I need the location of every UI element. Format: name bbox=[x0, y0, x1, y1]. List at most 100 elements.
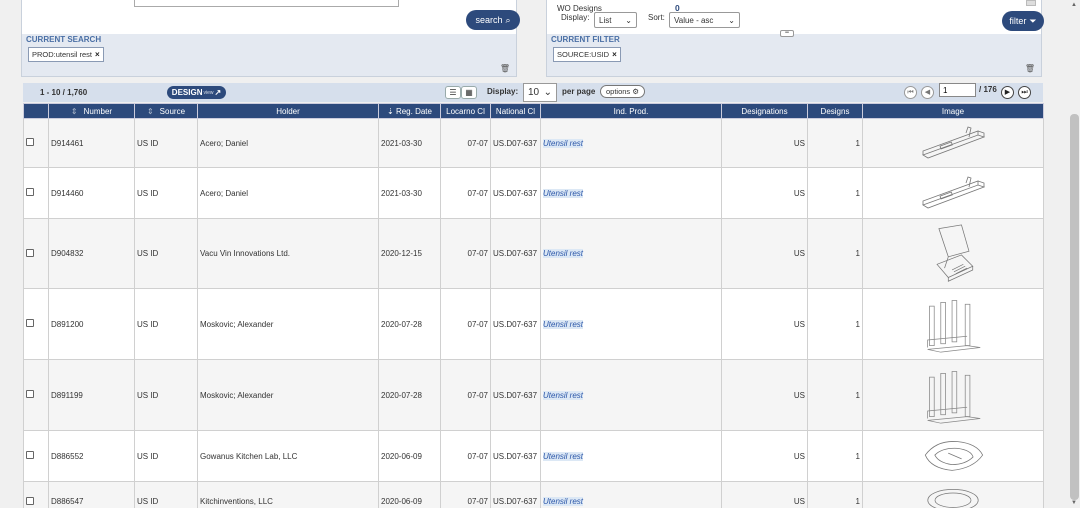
row-checkbox[interactable] bbox=[26, 138, 34, 146]
cell-image[interactable] bbox=[862, 218, 1044, 289]
current-filter-title: CURRENT FILTER bbox=[551, 35, 620, 44]
cell-locarno: 07-07 bbox=[440, 481, 491, 508]
col-designations[interactable]: Designations bbox=[721, 103, 808, 119]
scroll-down-icon[interactable]: ▼ bbox=[1071, 500, 1077, 506]
cell-ind-prod: Utensil rest bbox=[540, 118, 722, 168]
result-count: 1 - 10 / 1,760 bbox=[40, 88, 88, 97]
cell-ind-prod: Utensil rest bbox=[540, 288, 722, 360]
utensil-bowl-icon[interactable] bbox=[865, 484, 1041, 508]
clear-search-trash-icon[interactable]: 🗑 bbox=[500, 64, 510, 73]
row-checkbox[interactable] bbox=[26, 188, 34, 196]
ind-prod-highlight: Utensil rest bbox=[543, 319, 584, 329]
table-row[interactable]: D886547 US ID Kitchinventions, LLC 2020-06-… bbox=[23, 481, 1044, 508]
cell-image[interactable] bbox=[862, 118, 1044, 168]
options-button[interactable]: options ⚙ bbox=[600, 85, 645, 98]
row-checkbox[interactable] bbox=[26, 496, 34, 505]
cell-reg-date: 2020-07-28 bbox=[378, 288, 441, 360]
design-view-button[interactable]: DESIGN view ↗ bbox=[167, 86, 226, 99]
col-source[interactable]: ⇕ Source bbox=[134, 103, 198, 119]
cell-image[interactable] bbox=[862, 359, 1044, 431]
cell-number[interactable]: D914460 bbox=[48, 167, 135, 219]
col-reg-date[interactable]: ⇣ Reg. Date bbox=[378, 103, 441, 119]
cell-holder: Gowanus Kitchen Lab, LLC bbox=[197, 430, 379, 482]
cell-locarno: 07-07 bbox=[440, 359, 491, 431]
filter-button[interactable]: filter ⏷ bbox=[1002, 11, 1044, 31]
filter-display-select[interactable]: List ⌄ bbox=[594, 12, 637, 28]
cell-ind-prod: Utensil rest bbox=[540, 167, 722, 219]
utensil-rest-stand-icon[interactable] bbox=[865, 223, 1041, 285]
per-page-select[interactable]: 10 ⌄ bbox=[523, 83, 557, 102]
search-query-input[interactable] bbox=[134, 0, 399, 7]
current-search-panel: search ⌕ CURRENT SEARCH PROD:utensil res… bbox=[21, 0, 520, 77]
row-select-cell bbox=[23, 218, 49, 289]
first-page-icon[interactable]: ⏮ bbox=[904, 86, 917, 99]
row-select-cell bbox=[23, 430, 49, 482]
table-row[interactable]: D891200 US ID Moskovic; Alexander 2020-07-2… bbox=[23, 288, 1044, 360]
cell-number[interactable]: D886547 bbox=[48, 481, 135, 508]
col-number-label: Number bbox=[83, 106, 113, 116]
ind-prod-highlight: Utensil rest bbox=[543, 138, 584, 148]
cell-designs: 1 bbox=[807, 118, 863, 168]
col-national[interactable]: National Cl bbox=[490, 103, 541, 119]
scrollbar-thumb[interactable] bbox=[1070, 114, 1079, 500]
col-number[interactable]: ⇕ Number bbox=[48, 103, 135, 119]
cell-number[interactable]: D891199 bbox=[48, 359, 135, 431]
chevron-down-icon: ⌄ bbox=[625, 15, 632, 25]
col-designs[interactable]: Designs bbox=[807, 103, 863, 119]
table-row[interactable]: D914460 US ID Acero; Daniel 2021-03-30 07-07… bbox=[23, 167, 1044, 219]
row-checkbox[interactable] bbox=[26, 451, 34, 459]
row-select-cell bbox=[23, 288, 49, 360]
row-checkbox[interactable] bbox=[26, 248, 34, 257]
col-ind-prod[interactable]: Ind. Prod. bbox=[540, 103, 722, 119]
search-button[interactable]: search ⌕ bbox=[466, 10, 520, 30]
clear-filter-trash-icon[interactable]: 🗑 bbox=[1025, 64, 1035, 73]
row-select-cell bbox=[23, 118, 49, 168]
next-page-icon[interactable]: ▶ bbox=[1001, 86, 1014, 99]
utensil-tray-icon[interactable] bbox=[865, 434, 1041, 478]
cell-number[interactable]: D914461 bbox=[48, 118, 135, 168]
filter-display-value: List bbox=[599, 15, 612, 25]
grid-view-icon[interactable]: ▦ bbox=[461, 86, 477, 99]
row-checkbox[interactable] bbox=[26, 319, 34, 327]
col-holder[interactable]: Holder bbox=[197, 103, 379, 119]
table-row[interactable]: D891199 US ID Moskovic; Alexander 2020-07-2… bbox=[23, 359, 1044, 431]
utensil-rack-icon[interactable] bbox=[865, 293, 1041, 355]
cell-national: US.D07-637 bbox=[490, 359, 541, 431]
cell-holder: Kitchinventions, LLC bbox=[197, 481, 379, 508]
sort-select[interactable]: Value - asc ⌄ bbox=[669, 12, 740, 28]
col-locarno[interactable]: Locarno Cl bbox=[440, 103, 491, 119]
cell-locarno: 07-07 bbox=[440, 167, 491, 219]
cell-image[interactable] bbox=[862, 288, 1044, 360]
table-row[interactable]: D914461 US ID Acero; Daniel 2021-03-30 07-07… bbox=[23, 118, 1044, 168]
page-number-input[interactable] bbox=[939, 83, 976, 97]
utensil-rack-icon[interactable] bbox=[865, 364, 1041, 426]
results-table: ⇕ Number ⇕ Source Holder ⇣ Reg. Date Locar… bbox=[23, 103, 1044, 508]
utensil-rest-bar-icon[interactable] bbox=[865, 123, 1041, 163]
cell-image[interactable] bbox=[862, 481, 1044, 508]
filter-button-label: filter bbox=[1009, 16, 1027, 26]
cell-image[interactable] bbox=[862, 430, 1044, 482]
prev-page-icon[interactable]: ◀ bbox=[921, 86, 934, 99]
filter-chip: SOURCE:USID × bbox=[553, 47, 621, 62]
remove-filter-chip-icon[interactable]: × bbox=[612, 50, 617, 59]
cell-designs: 1 bbox=[807, 481, 863, 508]
panel-pin-tab[interactable] bbox=[1026, 0, 1036, 6]
row-checkbox[interactable] bbox=[26, 390, 34, 398]
cell-national: US.D07-637 bbox=[490, 288, 541, 360]
table-row[interactable]: D904832 US ID Vacu Vin Innovations Ltd. 202… bbox=[23, 218, 1044, 289]
cell-image[interactable] bbox=[862, 167, 1044, 219]
utensil-rest-bar-icon[interactable] bbox=[865, 173, 1041, 213]
last-page-icon[interactable]: ⏭ bbox=[1018, 86, 1031, 99]
page-scrollbar[interactable]: ▲ ▼ bbox=[1069, 0, 1080, 508]
current-filter-panel: WO Designs 0 Display: List ⌄ Sort: Value… bbox=[546, 0, 1044, 77]
gear-icon: ⚙ bbox=[632, 87, 639, 96]
list-view-icon[interactable]: ☰ bbox=[445, 86, 461, 99]
cell-number[interactable]: D904832 bbox=[48, 218, 135, 289]
cell-designs: 1 bbox=[807, 430, 863, 482]
remove-search-chip-icon[interactable]: × bbox=[95, 50, 100, 59]
table-row[interactable]: D886552 US ID Gowanus Kitchen Lab, LLC 2020… bbox=[23, 430, 1044, 482]
collapse-panel-toggle[interactable]: ═ bbox=[780, 30, 794, 37]
cell-number[interactable]: D891200 bbox=[48, 288, 135, 360]
scroll-up-icon[interactable]: ▲ bbox=[1071, 2, 1077, 8]
cell-number[interactable]: D886552 bbox=[48, 430, 135, 482]
